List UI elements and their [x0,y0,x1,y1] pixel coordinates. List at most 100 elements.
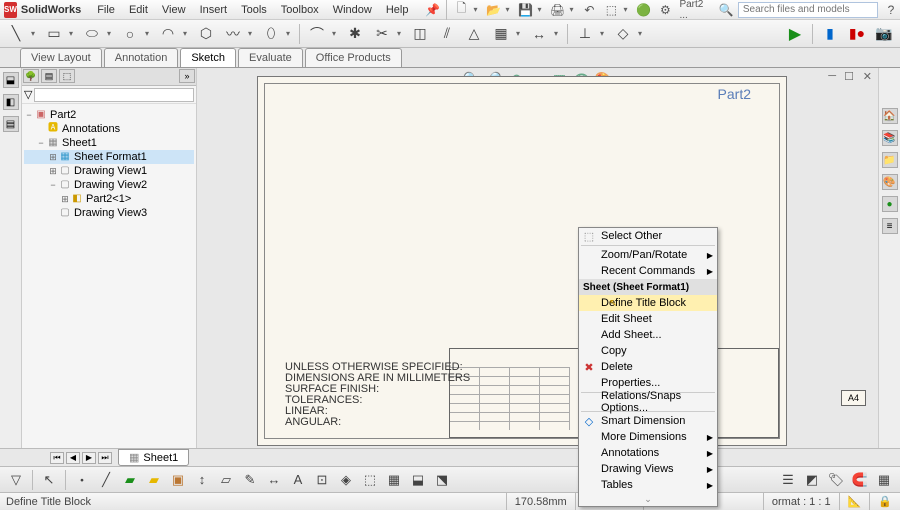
layer-icon[interactable]: ☰ [778,470,798,490]
relation-tool-icon[interactable]: ⊥ [573,23,597,45]
stop-icon[interactable]: ▮ [818,23,842,45]
ctx-drawing-views[interactable]: Drawing Views▶ [579,461,717,477]
menu-help[interactable]: Help [380,2,415,18]
grid-icon[interactable]: ▦ [874,470,894,490]
next-sheet-button[interactable]: ▶ [82,452,96,464]
custom-props-icon[interactable]: ≡ [882,218,898,234]
ctx-tables[interactable]: Tables▶ [579,477,717,493]
filter-edge-icon[interactable]: ╱ [96,470,116,490]
filter-sketch-icon[interactable]: ✎ [240,470,260,490]
ctx-expand-icon[interactable]: ⌄ [579,493,717,506]
save-icon[interactable]: 💾 [515,2,535,18]
minimize-doc-icon[interactable]: ─ [828,70,836,82]
file-explorer-icon[interactable]: 📁 [882,152,898,168]
tab-view-layout[interactable]: View Layout [20,48,102,67]
fillet-tool-icon[interactable]: ⌒ [305,23,329,45]
select-icon[interactable]: ⬚ [601,2,621,18]
menu-insert[interactable]: Insert [194,2,234,18]
tree-filter-input[interactable] [34,88,194,102]
menu-tools[interactable]: Tools [235,2,273,18]
property-tab-icon[interactable]: ▤ [41,69,57,83]
configuration-icon[interactable]: ▤ [3,116,19,132]
rebuild-icon[interactable]: 🟢 [633,2,653,18]
resources-icon[interactable]: 🏠 [882,108,898,124]
tree-sheet1[interactable]: −▦Sheet1 [24,136,194,150]
filter-misc1-icon[interactable]: ⊡ [312,470,332,490]
menu-window[interactable]: Window [327,2,378,18]
first-sheet-button[interactable]: ⏮ [50,452,64,464]
ctx-recent-commands[interactable]: Recent Commands▶ [579,263,717,279]
filter-misc4-icon[interactable]: ▦ [384,470,404,490]
filter-misc3-icon[interactable]: ⬚ [360,470,380,490]
annotate-icon[interactable]: 🏷 [826,470,846,490]
camera-icon[interactable]: 📷 [872,23,896,45]
prev-sheet-button[interactable]: ◀ [66,452,80,464]
ctx-add-sheet[interactable]: Add Sheet... [579,327,717,343]
assembly-icon[interactable]: ⬓ [3,72,19,88]
cursor-icon[interactable]: ↖ [39,470,59,490]
ctx-select-other[interactable]: ⬚Select Other [579,228,717,244]
tab-office-products[interactable]: Office Products [305,48,402,67]
pushpin-icon[interactable]: 📌 [422,2,442,18]
record-icon[interactable]: ▮● [845,23,869,45]
filter-axis-icon[interactable]: ↕ [192,470,212,490]
move-tool-icon[interactable]: ↔ [527,23,551,45]
menu-toolbox[interactable]: Toolbox [275,2,325,18]
print-icon[interactable]: 🖨 [547,2,567,18]
convert-tool-icon[interactable]: ◫ [408,23,432,45]
filter-dim-icon[interactable]: ↔ [264,470,284,490]
menu-file[interactable]: File [91,2,121,18]
section-icon[interactable]: ◩ [802,470,822,490]
filter-plane-icon[interactable]: ▱ [216,470,236,490]
last-sheet-button[interactable]: ⏭ [98,452,112,464]
circle-tool-icon[interactable]: ○ [118,23,142,45]
tree-part2-ref[interactable]: ⊞◧Part2<1> [24,192,194,206]
pattern-tool-icon[interactable]: ▦ [489,23,513,45]
open-doc-icon[interactable]: 📂 [483,2,503,18]
filter-vertex-icon[interactable]: ・ [72,470,92,490]
spline-tool-icon[interactable]: 〰 [221,23,245,45]
tree-drawing-view2[interactable]: −▢Drawing View2 [24,178,194,192]
rectangle-tool-icon[interactable]: ▭ [42,23,66,45]
filter-misc5-icon[interactable]: ⬓ [408,470,428,490]
close-doc-icon[interactable]: ✕ [863,70,872,83]
magnet-icon[interactable]: 🧲 [850,470,870,490]
offset-tool-icon[interactable]: ⫽ [435,23,459,45]
design-library-icon[interactable]: 📚 [882,130,898,146]
dimxpert-icon[interactable]: ◧ [3,94,19,110]
undo-icon[interactable]: ↶ [579,2,599,18]
ctx-edit-sheet[interactable]: Edit Sheet [579,311,717,327]
ctx-copy[interactable]: Copy [579,343,717,359]
ctx-relations-snaps[interactable]: Relations/Snaps Options... [579,394,717,410]
tab-sketch[interactable]: Sketch [180,48,236,67]
filter-face-icon[interactable]: ▰ [120,470,140,490]
slot-tool-icon[interactable]: ⬭ [80,23,104,45]
help-icon[interactable]: ? [882,2,900,18]
play-icon[interactable]: ▶ [783,23,807,45]
ctx-define-title-block[interactable]: Define Title Block↖ [579,295,717,311]
config-tab-icon[interactable]: ⬚ [59,69,75,83]
tree-drawing-view3[interactable]: ▢Drawing View3 [24,206,194,220]
filter-icon[interactable]: ▽ [24,88,32,101]
ctx-annotations[interactable]: Annotations▶ [579,445,717,461]
polygon-tool-icon[interactable]: ⬡ [194,23,218,45]
line-tool-icon[interactable]: ╲ [4,23,28,45]
dimension-tool-icon[interactable]: ◇ [611,23,635,45]
tab-evaluate[interactable]: Evaluate [238,48,303,67]
ctx-delete[interactable]: ✖Delete [579,359,717,375]
filter-misc2-icon[interactable]: ◈ [336,470,356,490]
options-icon[interactable]: ⚙ [655,2,675,18]
filter-off-icon[interactable]: ▽ [6,470,26,490]
trim-tool-icon[interactable]: ✂ [370,23,394,45]
feature-tree-tab-icon[interactable]: 🌳 [23,69,39,83]
filter-solid-icon[interactable]: ▣ [168,470,188,490]
ellipse-tool-icon[interactable]: ⬯ [259,23,283,45]
status-units-icon[interactable]: 📐 [839,493,870,510]
search-input[interactable] [738,2,878,18]
menu-edit[interactable]: Edit [123,2,154,18]
status-lock-icon[interactable]: 🔒 [869,493,900,510]
sheet-tab-sheet1[interactable]: ▦Sheet1 [118,449,189,466]
ctx-properties[interactable]: Properties... [579,375,717,391]
menu-view[interactable]: View [156,2,192,18]
tab-annotation[interactable]: Annotation [104,48,179,67]
